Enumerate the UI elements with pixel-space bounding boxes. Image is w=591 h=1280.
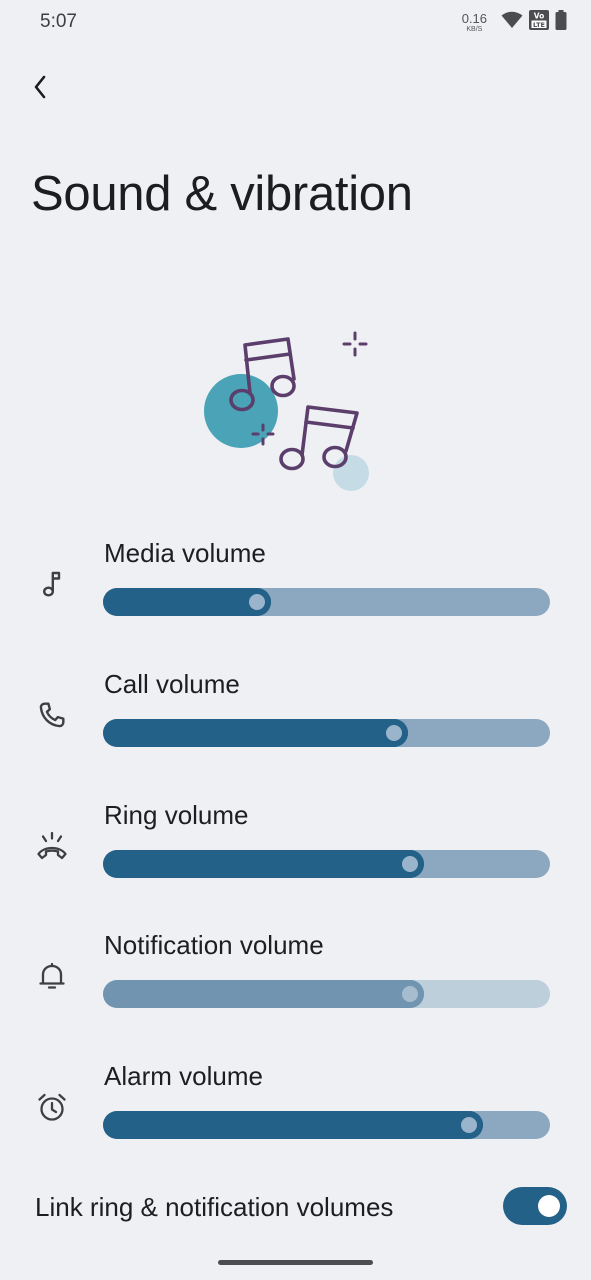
music-notes-illustration [195, 325, 380, 495]
status-time: 5:07 [40, 11, 77, 32]
slider-thumb-dot [402, 856, 418, 872]
call-volume-slider[interactable] [103, 719, 550, 747]
slider-thumb[interactable] [243, 588, 271, 616]
call-volume-row: Call volume [0, 669, 591, 779]
slider-thumb[interactable] [380, 719, 408, 747]
sound-vibration-screen: 5:07 0.16 KB/S Vo LTE Sound & vibration … [0, 0, 591, 1280]
volte-icon: Vo LTE [529, 10, 549, 35]
back-button[interactable] [22, 70, 58, 108]
slider-fill [103, 1111, 483, 1139]
phone-icon [30, 693, 74, 737]
slider-thumb-dot [249, 594, 265, 610]
bell-icon [30, 954, 74, 998]
slider-thumb[interactable] [455, 1111, 483, 1139]
media-volume-slider[interactable] [103, 588, 550, 616]
slider-fill [103, 719, 408, 747]
alarm-volume-slider[interactable] [103, 1111, 550, 1139]
network-speed-unit: KB/S [466, 26, 483, 33]
ring-volume-slider[interactable] [103, 850, 550, 878]
call-volume-label: Call volume [104, 669, 240, 699]
slider-thumb[interactable] [396, 850, 424, 878]
page-title: Sound & vibration [31, 167, 413, 221]
notification-volume-label: Notification volume [104, 930, 324, 960]
slider-thumb-dot [386, 725, 402, 741]
alarm-volume-row: Alarm volume [0, 1061, 591, 1171]
home-indicator[interactable] [218, 1260, 373, 1265]
svg-text:LTE: LTE [533, 21, 545, 29]
ring-icon [30, 824, 74, 868]
link-ring-notification-row[interactable]: Link ring & notification volumes [0, 1180, 591, 1236]
slider-thumb-dot [402, 986, 418, 1002]
slider-thumb[interactable] [396, 980, 424, 1008]
slider-fill [103, 850, 424, 878]
ring-volume-row: Ring volume [0, 800, 591, 910]
toggle-knob [538, 1195, 560, 1217]
status-bar: 5:07 0.16 KB/S Vo LTE [0, 0, 591, 44]
notification-volume-row: Notification volume [0, 930, 591, 1040]
slider-fill [103, 980, 424, 1008]
svg-text:Vo: Vo [534, 12, 545, 21]
music-note-icon [30, 562, 74, 606]
battery-icon [555, 10, 567, 35]
alarm-volume-label: Alarm volume [104, 1061, 263, 1091]
network-speed: 0.16 KB/S [462, 12, 487, 33]
media-volume-row: Media volume [0, 538, 591, 648]
chevron-left-icon [33, 75, 47, 104]
network-speed-value: 0.16 [461, 11, 487, 26]
notification-volume-slider[interactable] [103, 980, 550, 1008]
slider-thumb-dot [461, 1117, 477, 1133]
link-ring-notification-toggle[interactable] [503, 1187, 567, 1225]
status-icons: 0.16 KB/S Vo LTE [462, 10, 567, 35]
ring-volume-label: Ring volume [104, 800, 249, 830]
media-volume-label: Media volume [104, 538, 266, 568]
alarm-clock-icon [30, 1085, 74, 1129]
wifi-icon [501, 11, 523, 34]
link-ring-notification-label: Link ring & notification volumes [35, 1192, 394, 1222]
